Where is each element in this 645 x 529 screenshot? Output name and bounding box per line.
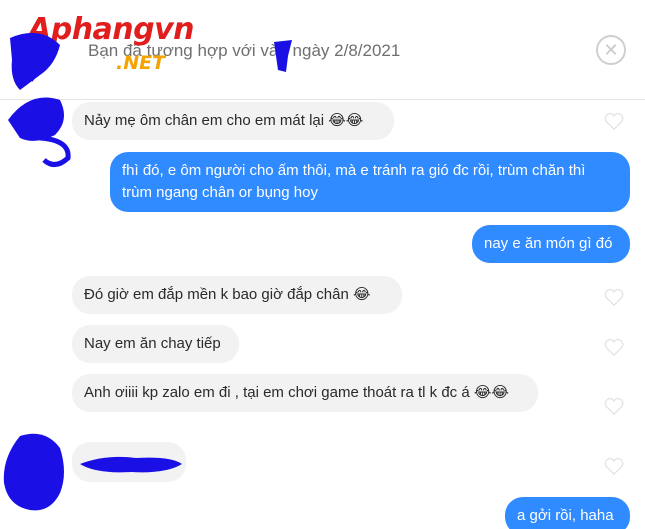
message-outgoing: a gởi rồi, haha: [505, 497, 630, 529]
message-outgoing: nay e ăn món gì đó: [472, 225, 630, 263]
watermark-tld: .NET: [116, 52, 166, 74]
like-heart-icon[interactable]: [604, 397, 624, 415]
like-heart-icon[interactable]: [604, 338, 624, 356]
message-text: nay e ăn món gì đó: [484, 235, 613, 252]
message-incoming: Đó giờ em đắp mền k bao giờ đắp chân 😂: [72, 276, 402, 314]
message-outgoing: fhì đó, e ôm người cho ấm thôi, mà e trá…: [110, 152, 630, 212]
like-heart-icon[interactable]: [604, 288, 624, 306]
message-incoming: Nảy mẹ ôm chân em cho em mát lại 😂😂: [72, 102, 394, 140]
message-text: Nay em ăn chay tiếp: [84, 335, 221, 352]
redaction-scribble-name: [274, 40, 292, 72]
redaction-scribble-message: [80, 456, 182, 473]
message-incoming: Nay em ăn chay tiếp: [72, 325, 239, 363]
message-text: Nảy mẹ ôm chân em cho em mát lại 😂😂: [84, 112, 364, 129]
like-heart-icon[interactable]: [604, 457, 624, 475]
close-icon[interactable]: ✕: [596, 35, 626, 65]
message-text: a gởi rồi, haha: [517, 507, 614, 524]
message-text: Anh ơiiii kp zalo em đi , tại em chơi ga…: [84, 384, 509, 401]
message-text: Đó giờ em đắp mền k bao giờ đắp chân 😂: [84, 286, 371, 303]
message-incoming: Anh ơiiii kp zalo em đi , tại em chơi ga…: [72, 374, 538, 412]
message-text: fhì đó, e ôm người cho ấm thôi, mà e trá…: [122, 162, 586, 201]
redaction-scribble-avatar-top: [8, 32, 71, 167]
redaction-scribble-avatar-bottom: [3, 433, 65, 511]
like-heart-icon[interactable]: [604, 112, 624, 130]
